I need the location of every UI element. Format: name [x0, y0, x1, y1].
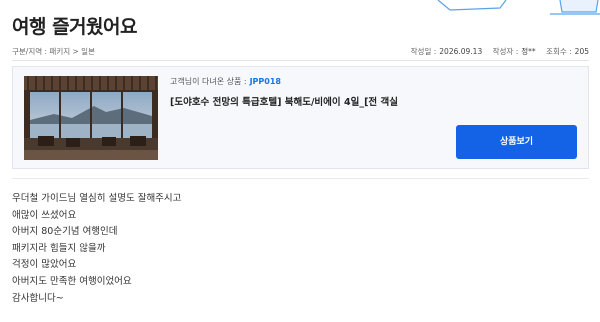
content-line: 애많이 쓰셨어요 — [12, 209, 77, 221]
view-product-button[interactable]: 상품보기 — [456, 125, 577, 159]
content-line: 우더철 가이드님 열심히 설명도 잘해주시고 — [12, 193, 182, 204]
product-name-link[interactable]: [도야호수 전망의 특급호텔] 북해도/비에이 4일_[전 객실 호수뷰+시내 … — [170, 94, 400, 108]
review-content: 우더철 가이드님 열심히 설명도 잘해주시고 애많이 쓰셨어요 아버지 80순기… — [12, 191, 181, 307]
product-code: JPP018 — [249, 77, 281, 86]
header-divider — [12, 60, 589, 61]
date-value: 2026.09.13 — [439, 47, 483, 56]
content-line: 걱정이 많았어요 — [12, 259, 77, 271]
visited-product-line: 고객님이 다녀온 상품 : JPP018 — [170, 76, 281, 87]
views-value: 205 — [574, 47, 589, 56]
category-breadcrumb: 구분/지역 : 패키지 > 일본 — [12, 47, 95, 56]
content-line: 감사합니다~ — [12, 292, 64, 304]
content-line: 아버지 80순기념 여행인데 — [12, 226, 118, 238]
product-thumbnail[interactable] — [24, 76, 158, 160]
date-label: 작성일 : — [410, 47, 437, 56]
post-meta: 구분/지역 : 패키지 > 일본 작성일 :2026.09.13 작성자 : 정*… — [12, 44, 589, 58]
content-line: 아버지도 만족한 여행이었어요 — [12, 275, 132, 287]
decoration-illustration — [437, 0, 600, 15]
views-label: 조회수 : — [546, 47, 572, 56]
author-value: 정** — [521, 47, 536, 56]
post-info: 작성일 :2026.09.13 작성자 : 정** 조회수 :205 — [403, 46, 589, 57]
visited-product-label: 고객님이 다녀온 상품 : — [170, 77, 247, 86]
content-line: 패키지라 힘들지 않을까 — [12, 242, 106, 254]
content-divider — [12, 178, 589, 179]
author-label: 작성자 : — [492, 47, 519, 56]
page-title: 여행 즐거웠어요 — [12, 16, 137, 38]
product-card: 고객님이 다녀온 상품 : JPP018 [도야호수 전망의 특급호텔] 북해도/… — [12, 66, 589, 169]
